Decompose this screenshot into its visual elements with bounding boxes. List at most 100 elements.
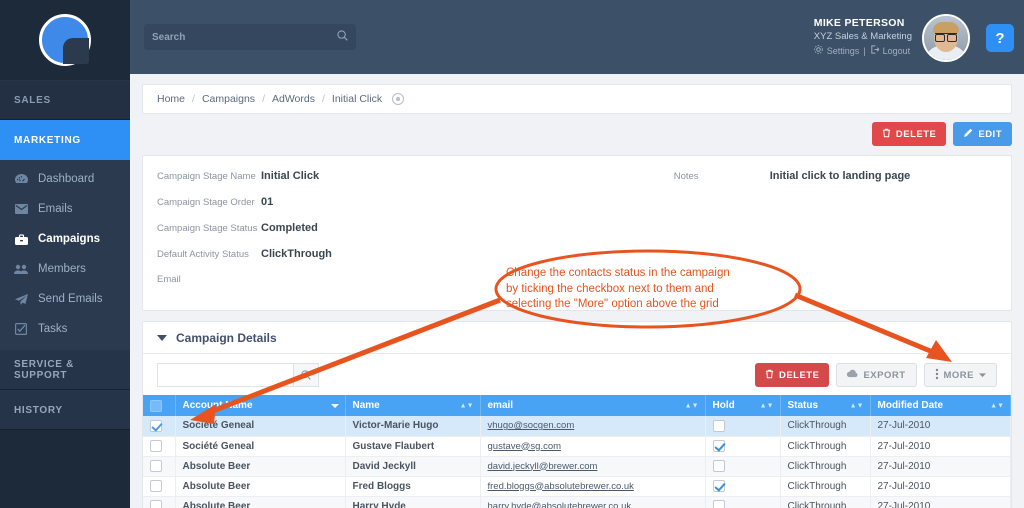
grid-export-button[interactable]: EXPORT [836, 363, 916, 387]
breadcrumb: Home / Campaigns / AdWords / Initial Cli… [143, 85, 1011, 113]
row-select-cell[interactable] [143, 496, 175, 508]
email-link[interactable]: fred.bloggs@absolutebrewer.co.uk [488, 481, 634, 492]
email-link[interactable]: gustave@sg.com [488, 441, 562, 452]
settings-link[interactable]: Settings [827, 46, 860, 56]
column-header-status[interactable]: Status ▲▼ [780, 395, 870, 416]
row-select-cell[interactable] [143, 476, 175, 496]
sidebar-item-tasks[interactable]: Tasks [0, 314, 130, 344]
avatar-hair [933, 22, 959, 33]
global-search[interactable] [144, 24, 356, 50]
field-label: Campaign Stage Status [157, 223, 261, 234]
cell-status: ClickThrough [780, 416, 870, 436]
row-select-cell[interactable] [143, 456, 175, 476]
hold-checkbox[interactable] [713, 420, 725, 432]
cell-email[interactable]: fred.bloggs@absolutebrewer.co.uk [480, 476, 705, 496]
column-header-account-name[interactable]: Account Name [175, 395, 345, 416]
sidebar-item-dashboard[interactable]: Dashboard [0, 164, 130, 194]
email-link[interactable]: harry.hyde@absolutebrewer.co.uk [488, 501, 632, 508]
search-icon[interactable] [337, 28, 348, 46]
column-header-name[interactable]: Name ▲▼ [345, 395, 480, 416]
logout-icon[interactable] [870, 45, 879, 56]
column-header-hold[interactable]: Hold ▲▼ [705, 395, 780, 416]
field-label: Notes [674, 171, 770, 182]
campaign-contacts-table: Account Name Name ▲▼ email ▲▼ [143, 395, 1011, 508]
delete-button-label: DELETE [896, 129, 936, 140]
grid-delete-label: DELETE [779, 370, 819, 381]
hold-checkbox[interactable] [713, 440, 725, 452]
column-header-select-all[interactable] [143, 395, 175, 416]
table-row[interactable]: Absolute Beer David Jeckyll david.jeckyl… [143, 456, 1011, 476]
breadcrumb-item-adwords[interactable]: AdWords [272, 93, 315, 105]
table-row[interactable]: Absolute Beer Harry Hyde harry.hyde@abso… [143, 496, 1011, 508]
grid-more-button[interactable]: MORE [924, 363, 998, 387]
edit-button[interactable]: EDIT [953, 122, 1012, 146]
hold-checkbox[interactable] [713, 500, 725, 508]
cell-email[interactable]: harry.hyde@absolutebrewer.co.uk [480, 496, 705, 508]
table-header-row: Account Name Name ▲▼ email ▲▼ [143, 395, 1011, 416]
breadcrumb-item-home[interactable]: Home [157, 93, 185, 105]
avatar[interactable] [922, 14, 970, 62]
breadcrumb-item-campaigns[interactable]: Campaigns [202, 93, 255, 105]
cell-hold[interactable] [705, 456, 780, 476]
cell-hold[interactable] [705, 496, 780, 508]
row-checkbox[interactable] [150, 420, 162, 432]
kebab-menu-icon [935, 368, 939, 383]
table-row[interactable]: Société Geneal Gustave Flaubert gustave@… [143, 436, 1011, 456]
email-link[interactable]: david.jeckyll@brewer.com [488, 461, 598, 472]
hold-checkbox[interactable] [713, 460, 725, 472]
row-checkbox[interactable] [150, 500, 162, 508]
sidebar-section-service-support[interactable]: SERVICE & SUPPORT [0, 350, 130, 390]
cell-hold[interactable] [705, 476, 780, 496]
gear-icon[interactable] [814, 45, 823, 56]
delete-button[interactable]: DELETE [872, 122, 946, 146]
search-input[interactable] [152, 31, 337, 43]
sidebar-section-marketing[interactable]: MARKETING [0, 120, 130, 160]
table-row[interactable]: Absolute Beer Fred Bloggs fred.bloggs@ab… [143, 476, 1011, 496]
logo-notch [63, 38, 89, 64]
campaign-details-panel: Campaign Details DEL [142, 321, 1012, 508]
column-label: Account Name [183, 400, 253, 411]
cell-email[interactable]: vhugo@socgen.com [480, 416, 705, 436]
sidebar-item-members[interactable]: Members [0, 254, 130, 284]
column-label: email [488, 400, 514, 411]
hold-checkbox[interactable] [713, 480, 725, 492]
main-area: MIKE PETERSON XYZ Sales & Marketing Sett… [130, 0, 1024, 508]
grid-search-input[interactable] [157, 363, 293, 387]
edit-button-label: EDIT [978, 129, 1002, 140]
row-select-cell[interactable] [143, 436, 175, 456]
row-checkbox[interactable] [150, 460, 162, 472]
table-row[interactable]: Société Geneal Victor-Marie Hugo vhugo@s… [143, 416, 1011, 436]
help-button[interactable]: ? [986, 24, 1014, 52]
email-link[interactable]: vhugo@socgen.com [488, 420, 575, 431]
grid-actions: DELETE EXPORT MORE [755, 363, 997, 387]
column-header-modified-date[interactable]: Modified Date ▲▼ [870, 395, 1011, 416]
chevron-down-icon[interactable] [157, 335, 167, 341]
cell-email[interactable]: gustave@sg.com [480, 436, 705, 456]
sidebar-section-sales[interactable]: SALES [0, 80, 130, 120]
cell-modified-date: 27-Jul-2010 [870, 436, 1011, 456]
sidebar-item-campaigns[interactable]: Campaigns [0, 224, 130, 254]
cell-hold[interactable] [705, 416, 780, 436]
logout-link[interactable]: Logout [883, 46, 911, 56]
grid-delete-button[interactable]: DELETE [755, 363, 829, 387]
select-all-checkbox[interactable] [150, 400, 162, 412]
grid-search-icon[interactable] [293, 363, 319, 387]
sidebar-item-emails[interactable]: Emails [0, 194, 130, 224]
column-header-email[interactable]: email ▲▼ [480, 395, 705, 416]
campaign-details-header[interactable]: Campaign Details [143, 322, 1011, 354]
sidebar-item-send-emails[interactable]: Send Emails [0, 284, 130, 314]
breadcrumb-item-initial-click[interactable]: Initial Click [332, 93, 382, 105]
field-email: Email [157, 274, 612, 300]
row-select-cell[interactable] [143, 416, 175, 436]
cell-modified-date: 27-Jul-2010 [870, 456, 1011, 476]
cell-hold[interactable] [705, 436, 780, 456]
cell-email[interactable]: david.jeckyll@brewer.com [480, 456, 705, 476]
sidebar-item-tasks-label: Tasks [38, 323, 67, 335]
info-icon[interactable] [392, 93, 404, 105]
row-checkbox[interactable] [150, 440, 162, 452]
avatar-glasses [935, 33, 957, 40]
row-checkbox[interactable] [150, 480, 162, 492]
grid-search[interactable] [157, 363, 319, 387]
topbar: MIKE PETERSON XYZ Sales & Marketing Sett… [130, 0, 1024, 74]
sidebar-section-history[interactable]: HISTORY [0, 390, 130, 430]
